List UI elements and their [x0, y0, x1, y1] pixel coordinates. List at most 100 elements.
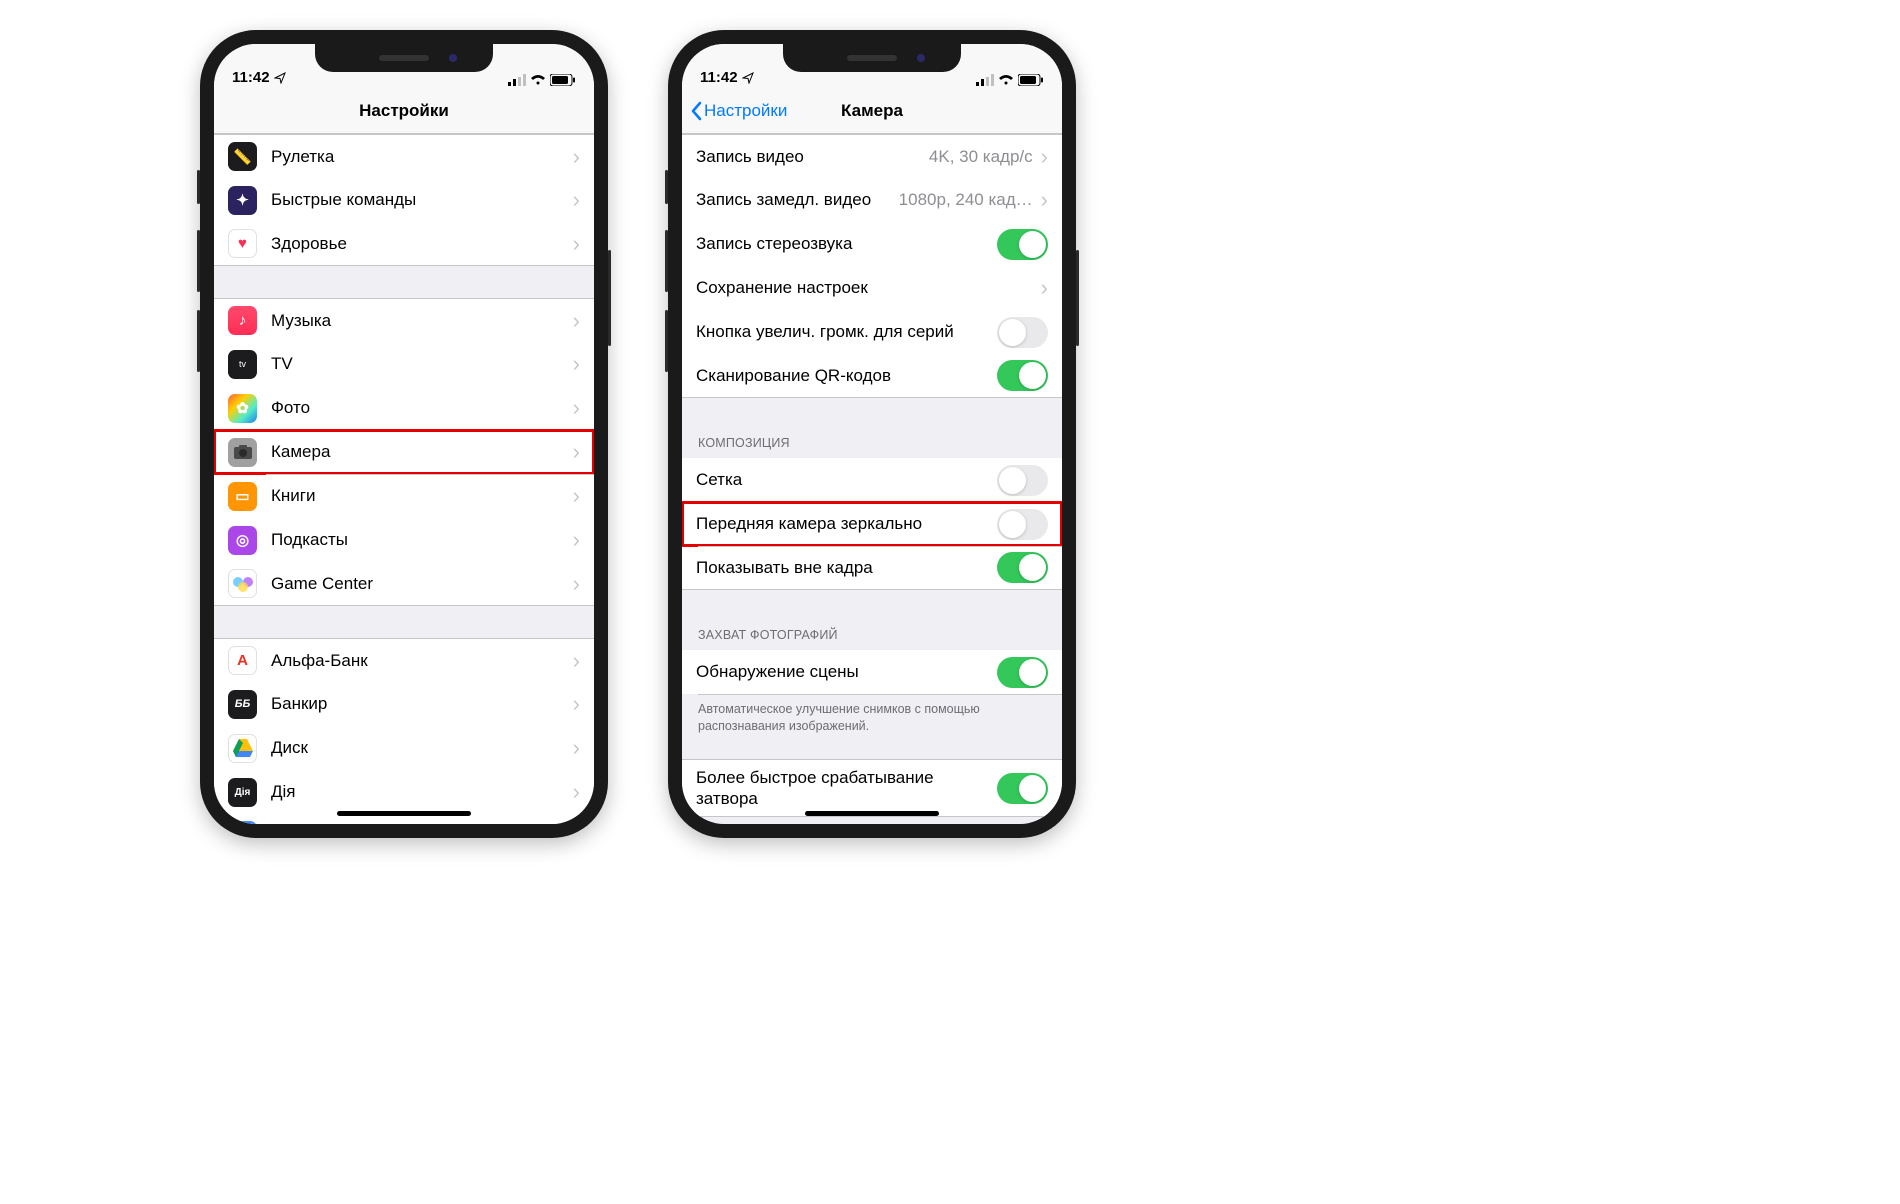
cell-bankir[interactable]: ББ Банкир ›: [214, 682, 594, 726]
label: Сканирование QR-кодов: [696, 366, 997, 386]
camera-group-capture: ЗАХВАТ ФОТОГРАФИЙ Обнаружение сцены Авто…: [682, 622, 1062, 741]
label: Альфа-Банк: [271, 651, 571, 671]
label: Рулетка: [271, 147, 571, 167]
camera-icon: [228, 438, 257, 467]
chevron-icon: ›: [573, 308, 580, 334]
label: Передняя камера зеркально: [696, 514, 997, 534]
docs-icon: ≡: [228, 821, 257, 824]
cell-slomo-record[interactable]: Запись замедл. видео 1080p, 240 кад… ›: [682, 178, 1062, 222]
chevron-icon: ›: [573, 439, 580, 465]
nav-title: Настройки: [359, 101, 449, 121]
ruler-icon: 📏: [228, 142, 257, 171]
cell-volume-burst[interactable]: Кнопка увелич. громк. для серий: [682, 310, 1062, 354]
status-time: 11:42: [232, 69, 270, 86]
toggle-scene-detect[interactable]: [997, 657, 1048, 688]
label: Запись стереозвука: [696, 234, 997, 254]
label: Музыка: [271, 311, 571, 331]
location-icon: [742, 72, 754, 84]
nav-title: Камера: [841, 101, 903, 121]
cell-scene-detect[interactable]: Обнаружение сцены: [682, 650, 1062, 694]
chevron-icon: ›: [573, 187, 580, 213]
group-footer: Автоматическое улучшение снимков с помощ…: [682, 694, 1062, 741]
settings-group-shortcuts: 📏 Рулетка › ✦ Быстрые команды › ♥ Здоров…: [214, 134, 594, 266]
label: Обнаружение сцены: [696, 662, 997, 682]
chevron-icon: ›: [573, 395, 580, 421]
nav-back-button[interactable]: Настройки: [690, 101, 787, 121]
group-header: ЗАХВАТ ФОТОГРАФИЙ: [682, 622, 1062, 650]
chevron-icon: ›: [573, 144, 580, 170]
toggle-grid[interactable]: [997, 465, 1048, 496]
tv-icon: tv: [228, 350, 257, 379]
cell-tv[interactable]: tv TV ›: [214, 342, 594, 386]
toggle-outside-frame[interactable]: [997, 552, 1048, 583]
label: Книги: [271, 486, 571, 506]
home-indicator[interactable]: [805, 811, 939, 816]
cell-faster-shutter[interactable]: Более быстрое срабатывание затвора: [682, 759, 1062, 817]
cell-podcasts[interactable]: ◎ Подкасты ›: [214, 518, 594, 562]
camera-group-composition: КОМПОЗИЦИЯ Сетка Передняя камера зеркаль…: [682, 430, 1062, 590]
cell-ruletka[interactable]: 📏 Рулетка ›: [214, 134, 594, 178]
chevron-icon: ›: [573, 648, 580, 674]
cell-disk[interactable]: Диск ›: [214, 726, 594, 770]
cell-outside-frame[interactable]: Показывать вне кадра: [682, 546, 1062, 590]
camera-group-main: Запись видео 4K, 30 кадр/с › Запись заме…: [682, 134, 1062, 398]
phone-mock-settings: 11:42 Настройки 📏 Рулетка › ✦: [200, 30, 608, 838]
bankir-icon: ББ: [228, 690, 257, 719]
cell-books[interactable]: ▭ Книги ›: [214, 474, 594, 518]
label: Диск: [271, 738, 571, 758]
group-footer: Подстраивать качество изображений при бы…: [682, 817, 1062, 824]
label: Показывать вне кадра: [696, 558, 997, 578]
cell-stereo[interactable]: Запись стереозвука: [682, 222, 1062, 266]
podcasts-icon: ◎: [228, 526, 257, 555]
cell-mirror-front[interactable]: Передняя камера зеркально: [682, 502, 1062, 546]
label: Здоровье: [271, 234, 571, 254]
cell-camera[interactable]: Камера ›: [214, 430, 594, 474]
label: Банкир: [271, 694, 571, 714]
toggle-qr[interactable]: [997, 360, 1048, 391]
cell-shortcuts[interactable]: ✦ Быстрые команды ›: [214, 178, 594, 222]
alfabank-icon: А: [228, 646, 257, 675]
cell-health[interactable]: ♥ Здоровье ›: [214, 222, 594, 266]
cell-alfabank[interactable]: А Альфа-Банк ›: [214, 638, 594, 682]
home-indicator[interactable]: [337, 811, 471, 816]
heart-icon: ♥: [228, 229, 257, 258]
label: Подкасты: [271, 530, 571, 550]
chevron-icon: ›: [573, 351, 580, 377]
label: Запись видео: [696, 147, 929, 167]
label: Дія: [271, 782, 571, 802]
battery-icon: [550, 74, 576, 86]
shortcuts-icon: ✦: [228, 186, 257, 215]
toggle-faster-shutter[interactable]: [997, 773, 1048, 804]
chevron-icon: ›: [573, 823, 580, 825]
photos-icon: ✿: [228, 394, 257, 423]
cell-diia[interactable]: Дія Дія ›: [214, 770, 594, 814]
toggle-stereo[interactable]: [997, 229, 1048, 260]
wifi-icon: [530, 74, 546, 86]
cell-photos[interactable]: ✿ Фото ›: [214, 386, 594, 430]
signal-icon: [976, 74, 994, 86]
location-icon: [274, 72, 286, 84]
chevron-icon: ›: [573, 571, 580, 597]
nav-bar: Настройки: [214, 88, 594, 134]
label: Камера: [271, 442, 571, 462]
detail-value: 1080p, 240 кад…: [899, 190, 1033, 210]
toggle-mirror-front[interactable]: [997, 509, 1048, 540]
chevron-left-icon: [690, 101, 702, 121]
gamecenter-icon: [228, 569, 257, 598]
chevron-icon: ›: [573, 527, 580, 553]
chevron-icon: ›: [1041, 144, 1048, 170]
cell-preserve-settings[interactable]: Сохранение настроек ›: [682, 266, 1062, 310]
cell-qr-scan[interactable]: Сканирование QR-кодов: [682, 354, 1062, 398]
cell-gamecenter[interactable]: Game Center ›: [214, 562, 594, 606]
label: TV: [271, 354, 571, 374]
wifi-icon: [998, 74, 1014, 86]
cell-video-record[interactable]: Запись видео 4K, 30 кадр/с ›: [682, 134, 1062, 178]
settings-group-media: ♪ Музыка › tv TV › ✿ Фото ›: [214, 298, 594, 606]
back-label: Настройки: [704, 101, 787, 121]
chevron-icon: ›: [573, 779, 580, 805]
cell-music[interactable]: ♪ Музыка ›: [214, 298, 594, 342]
chevron-icon: ›: [573, 231, 580, 257]
label: Быстрые команды: [271, 190, 571, 210]
cell-grid[interactable]: Сетка: [682, 458, 1062, 502]
toggle-volume-burst[interactable]: [997, 317, 1048, 348]
